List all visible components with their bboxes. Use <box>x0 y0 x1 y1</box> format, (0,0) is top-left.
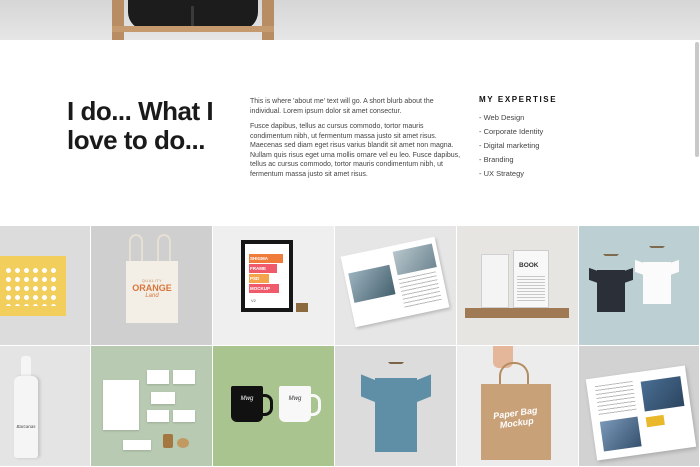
letterhead <box>103 380 139 430</box>
about-intro: This is where 'about me' text will go. A… <box>250 98 434 115</box>
book-back <box>481 254 509 308</box>
poster-version: V2 <box>251 298 256 303</box>
expertise-title: MY EXPERTISE <box>479 95 558 104</box>
portfolio-tile-tote[interactable]: QUALITY ORANGE Land <box>91 226 213 346</box>
chair-leg-right <box>262 0 274 40</box>
expertise-item: - Branding <box>479 155 514 164</box>
poster-text: FRAME <box>250 266 266 271</box>
business-card <box>173 370 195 384</box>
tote-handle <box>129 234 143 264</box>
magazine-text-lines <box>398 271 442 309</box>
tshirt-white <box>635 246 679 304</box>
expertise-item: - Corporate Identity <box>479 127 544 136</box>
magazine-spread <box>340 236 450 328</box>
wood-stamp <box>296 303 308 312</box>
stamp <box>177 438 189 448</box>
mug-black: Mwg <box>231 386 273 422</box>
expertise-list: - Web Design - Corporate Identity - Digi… <box>479 111 679 181</box>
portfolio-tile-stationery[interactable] <box>91 346 213 467</box>
portfolio-tile-magazine[interactable] <box>335 226 457 346</box>
brochure-text-lines <box>594 380 637 416</box>
page-scrollbar[interactable] <box>695 42 699 157</box>
picture-frame: SHIGMA FRAME PSD MOCKUP V2 <box>241 240 293 312</box>
expertise-block: MY EXPERTISE - Web Design - Corporate Id… <box>479 95 679 181</box>
portfolio-tile-book[interactable]: BOOK <box>457 226 579 346</box>
envelope <box>151 392 175 404</box>
about-section: I do... What I love to do... This is whe… <box>0 40 700 226</box>
bottle-label: Barcanas <box>16 424 36 429</box>
portfolio-tile-brochure[interactable] <box>579 346 700 467</box>
portfolio-tile-tee[interactable] <box>335 346 457 467</box>
hero-image <box>0 0 700 40</box>
hanger <box>388 362 404 376</box>
magazine-photo <box>392 243 437 276</box>
hanger <box>649 246 665 256</box>
portfolio-tile-bottle[interactable]: Barcanas <box>0 346 91 467</box>
business-card <box>147 370 169 384</box>
business-card <box>147 410 169 422</box>
mug-logo: Mwg <box>240 396 254 402</box>
book-illustration <box>517 276 545 302</box>
stamp <box>163 434 173 448</box>
poster-text: PSD <box>250 276 260 281</box>
expertise-item: - Web Design <box>479 113 525 122</box>
portfolio-tile-frame[interactable]: SHIGMA FRAME PSD MOCKUP V2 <box>213 226 335 346</box>
portfolio-tile-mugs[interactable]: Mwg Mwg <box>213 346 335 467</box>
about-headline: I do... What I love to do... <box>67 96 214 155</box>
brochure-photo <box>640 376 685 412</box>
expertise-item: - UX Strategy <box>479 169 525 178</box>
expertise-item: - Digital marketing <box>479 141 540 150</box>
magazine-photo <box>348 264 396 303</box>
book-title: BOOK <box>519 262 539 269</box>
tote-print: QUALITY ORANGE Land <box>126 278 178 299</box>
tote-handle <box>157 234 171 264</box>
tote-print-line: ORANGE <box>132 283 172 293</box>
frame-poster: SHIGMA FRAME PSD MOCKUP V2 <box>245 244 289 308</box>
brochure-accent <box>645 414 665 428</box>
bottle <box>14 376 38 458</box>
portfolio-tile-paper-bag[interactable]: Paper Bag Mockup <box>457 346 579 467</box>
portfolio-tile-tshirts[interactable] <box>579 226 700 346</box>
hanger <box>603 254 619 264</box>
wooden-shelf <box>465 308 569 318</box>
tshirt-blue <box>361 362 431 452</box>
chair-leg-left <box>112 0 124 40</box>
brochure-photo <box>599 416 642 452</box>
tshirt-dark <box>589 254 633 312</box>
mug-logo: Mwg <box>288 396 302 402</box>
portfolio-grid: QUALITY ORANGE Land SHIGMA FRAME PSD MOC… <box>0 226 700 467</box>
chair-seat <box>112 26 274 32</box>
poster-text: MOCKUP <box>250 286 270 291</box>
sticker-icons <box>4 266 58 306</box>
business-card <box>173 410 195 422</box>
mug-white: Mwg <box>279 386 321 422</box>
portfolio-tile-stickers[interactable] <box>0 226 91 346</box>
about-body: Fusce dapibus, tellus ac cursus commodo,… <box>250 123 461 178</box>
tote-print-line: Land <box>145 293 159 299</box>
brochure-spread <box>585 365 697 461</box>
business-card <box>123 440 151 450</box>
poster-text: SHIGMA <box>250 256 268 261</box>
about-blurb: This is where 'about me' text will go. A… <box>250 97 466 179</box>
